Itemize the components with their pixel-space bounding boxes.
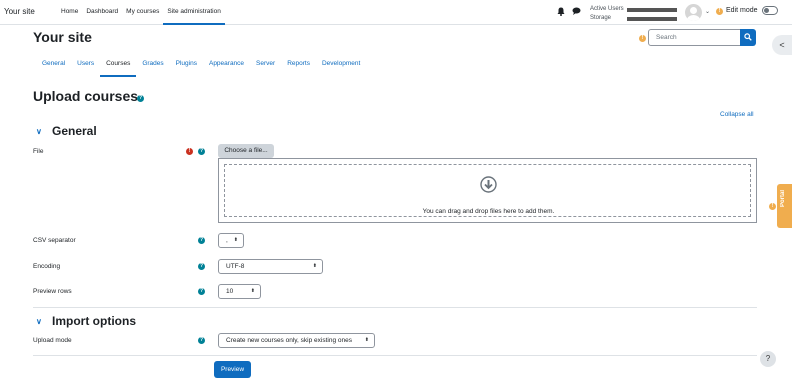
preview-rows-select[interactable]: 10 ⬍ — [218, 284, 261, 299]
preview-rows-help-icon[interactable]: ? — [198, 288, 205, 295]
upload-mode-value: Create new courses only, skip existing o… — [226, 337, 352, 344]
file-dropzone[interactable]: You can drag and drop files here to add … — [218, 158, 757, 223]
edit-mode-warning-icon: ! — [716, 8, 723, 15]
collapse-all-link[interactable]: Collapse all — [720, 111, 754, 118]
nav-item-my-courses[interactable]: My courses — [122, 0, 163, 25]
upload-mode-help-icon[interactable]: ? — [198, 337, 205, 344]
general-section-title: General — [52, 124, 97, 138]
nav-item-home[interactable]: Home — [57, 0, 82, 25]
chevron-down-icon: ∨ — [36, 316, 42, 326]
storage-label: Storage — [590, 15, 612, 21]
csv-separator-select[interactable]: , ⬍ — [218, 233, 244, 248]
open-block-drawer-button[interactable]: < — [772, 35, 792, 55]
edit-mode-toggle[interactable] — [762, 6, 778, 15]
search-input[interactable]: Search — [648, 29, 741, 46]
search-button[interactable] — [740, 29, 756, 46]
preview-button[interactable]: Preview — [214, 361, 251, 378]
section-divider — [33, 355, 757, 356]
active-users-meter — [627, 8, 677, 12]
tab-server[interactable]: Server — [250, 52, 281, 77]
portal-tab-label: Portal — [780, 190, 786, 208]
section-divider — [33, 307, 757, 308]
tab-reports[interactable]: Reports — [281, 52, 316, 77]
portal-warning-icon: ! — [769, 203, 776, 210]
encoding-select[interactable]: UTF-8 ⬍ — [218, 259, 323, 274]
user-menu-chevron-down-icon[interactable]: ⌄ — [705, 8, 710, 15]
user-avatar[interactable] — [685, 4, 702, 21]
file-label: File — [33, 148, 44, 155]
tab-grades[interactable]: Grades — [136, 52, 169, 77]
upload-mode-select[interactable]: Create new courses only, skip existing o… — [218, 333, 375, 348]
notifications-bell-icon[interactable] — [557, 7, 565, 16]
encoding-value: UTF-8 — [226, 263, 245, 270]
import-options-section-title: Import options — [52, 314, 136, 328]
upload-courses-heading: Upload courses — [33, 88, 139, 104]
upload-courses-help-icon[interactable]: ? — [137, 95, 144, 102]
edit-mode-label: Edit mode — [726, 7, 758, 14]
search-warning-icon: ! — [639, 35, 646, 42]
csv-separator-help-icon[interactable]: ? — [198, 237, 205, 244]
nav-item-dashboard[interactable]: Dashboard — [82, 0, 122, 25]
import-options-section-header[interactable]: ∨ Import options — [36, 314, 136, 328]
tab-appearance[interactable]: Appearance — [203, 52, 250, 77]
site-brand[interactable]: Your site — [4, 7, 35, 16]
active-users-label: Active Users — [590, 6, 624, 12]
nav-item-site-administration[interactable]: Site administration — [163, 0, 225, 25]
required-icon: ! — [186, 148, 193, 155]
preview-rows-label: Preview rows — [33, 288, 72, 295]
general-section-header[interactable]: ∨ General — [36, 124, 97, 138]
upload-mode-label: Upload mode — [33, 337, 72, 344]
tab-users[interactable]: Users — [71, 52, 100, 77]
tab-general[interactable]: General — [36, 52, 71, 77]
storage-meter — [627, 17, 677, 21]
select-caret-icon: ⬍ — [364, 337, 369, 343]
tab-courses[interactable]: Courses — [100, 52, 137, 77]
encoding-label: Encoding — [33, 263, 61, 270]
top-navbar: Your site Home Dashboard My courses Site… — [0, 0, 792, 25]
search-icon — [744, 33, 752, 41]
page-title: Your site — [33, 29, 92, 45]
primary-navigation: Home Dashboard My courses Site administr… — [57, 0, 225, 25]
csv-separator-label: CSV separator — [33, 237, 76, 244]
secondary-navigation: General Users Courses Grades Plugins App… — [36, 52, 366, 77]
preview-rows-value: 10 — [226, 288, 234, 295]
file-dropzone-area: You can drag and drop files here to add … — [224, 164, 751, 217]
tab-development[interactable]: Development — [316, 52, 366, 77]
dropzone-text: You can drag and drop files here to add … — [422, 208, 555, 215]
csv-separator-value: , — [226, 237, 228, 244]
select-caret-icon: ⬍ — [312, 263, 317, 269]
portal-side-tab[interactable]: Portal — [777, 184, 792, 228]
choose-file-button[interactable]: Choose a file... — [218, 144, 274, 158]
encoding-help-icon[interactable]: ? — [198, 263, 205, 270]
page-help-button[interactable]: ? — [760, 351, 776, 367]
tab-plugins[interactable]: Plugins — [170, 52, 203, 77]
messages-chat-icon[interactable] — [572, 7, 581, 15]
download-arrow-icon — [480, 176, 497, 193]
select-caret-icon: ⬍ — [233, 237, 238, 243]
file-help-icon[interactable]: ? — [198, 148, 205, 155]
select-caret-icon: ⬍ — [250, 288, 255, 294]
chevron-down-icon: ∨ — [36, 126, 42, 136]
